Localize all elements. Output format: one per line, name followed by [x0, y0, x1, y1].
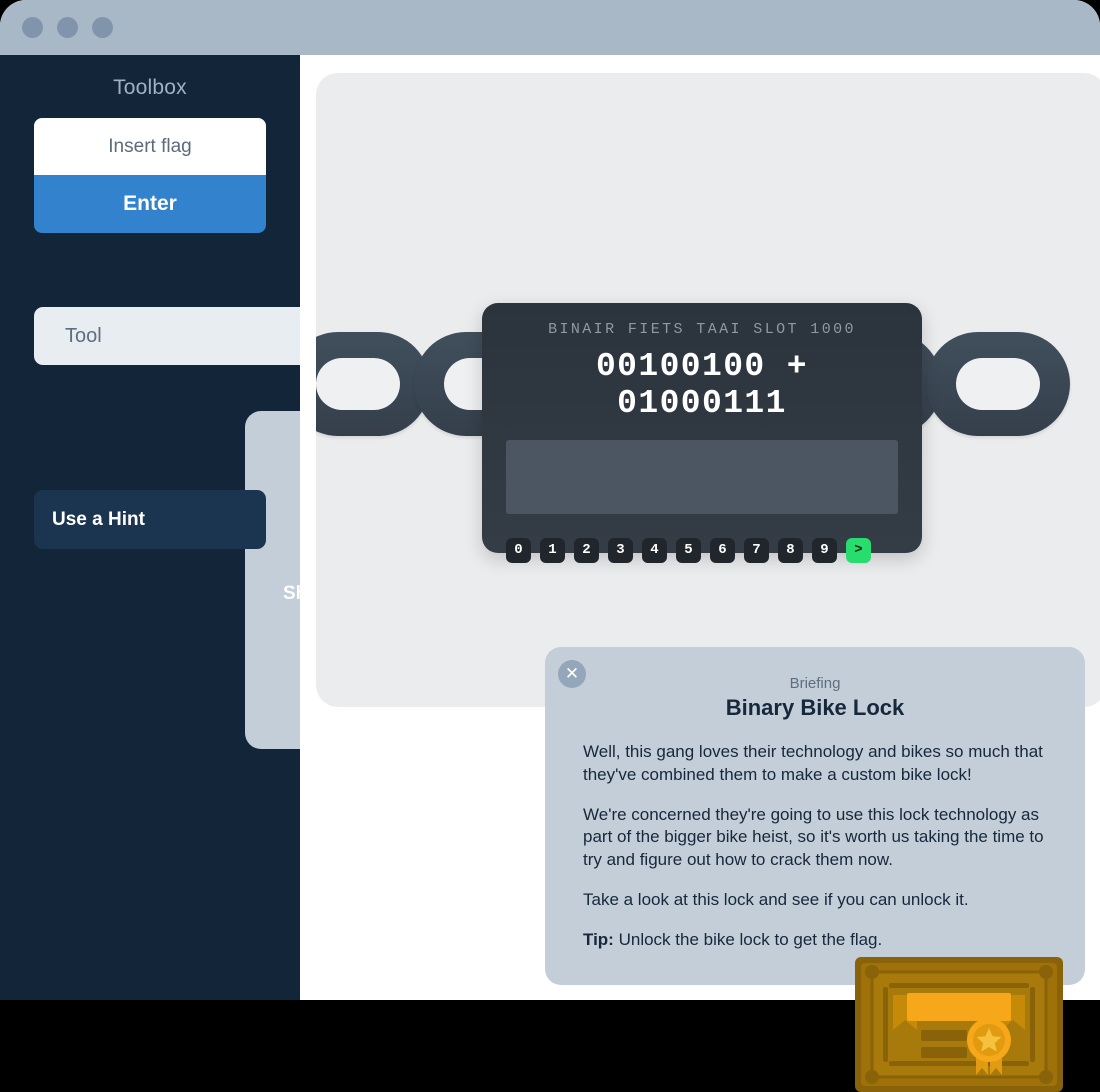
lock-equation-display: 00100100 + 01000111 — [595, 348, 809, 422]
insert-flag-input[interactable] — [34, 118, 266, 175]
lock-keypad: 0 1 2 3 4 5 6 7 8 9 > — [506, 538, 898, 563]
briefing-paragraph-1: Well, this gang loves their technology a… — [583, 742, 1043, 784]
lock-answer-screen[interactable] — [506, 440, 898, 514]
keypad-submit-button[interactable]: > — [846, 538, 871, 563]
app-window: Toolbox Enter Tool Show Briefing Use a H… — [0, 0, 1100, 1000]
use-a-hint-button[interactable]: Use a Hint — [34, 490, 266, 549]
briefing-title: Binary Bike Lock — [725, 695, 905, 720]
keypad-key-6[interactable]: 6 — [710, 538, 735, 563]
enter-button[interactable]: Enter — [34, 175, 266, 233]
briefing-paragraph-3: Take a look at this lock and see if you … — [583, 889, 969, 909]
sidebar: Toolbox Enter Tool Show Briefing Use a H… — [0, 55, 785, 1000]
keypad-key-9[interactable]: 9 — [812, 538, 837, 563]
keypad-key-0[interactable]: 0 — [506, 538, 531, 563]
keypad-key-5[interactable]: 5 — [676, 538, 701, 563]
briefing-tip-label: Tip: — [583, 929, 614, 949]
keypad-key-1[interactable]: 1 — [540, 538, 565, 563]
keypad-key-8[interactable]: 8 — [778, 538, 803, 563]
flag-submit-group: Enter — [34, 118, 266, 233]
keypad-key-4[interactable]: 4 — [642, 538, 667, 563]
briefing-kicker: Briefing — [789, 675, 841, 692]
window-close-dot[interactable] — [22, 17, 43, 38]
keypad-key-3[interactable]: 3 — [608, 538, 633, 563]
sidebar-title: Toolbox — [113, 76, 187, 99]
binary-bike-lock-device: BINAIR FIETS TAAI SLOT 1000 00100100 + 0… — [482, 303, 922, 563]
chain-link — [926, 332, 1070, 436]
main-content: BINAIR FIETS TAAI SLOT 1000 00100100 + 0… — [300, 55, 1100, 1000]
briefing-tip: Tip: Unlock the bike lock to get the fla… — [583, 929, 1047, 952]
briefing-tip-text: Unlock the bike lock to get the flag. — [613, 929, 883, 949]
chain-link — [316, 332, 430, 436]
award-certificate-badge — [855, 957, 1063, 1092]
keypad-key-2[interactable]: 2 — [574, 538, 599, 563]
screenshot-root: Toolbox Enter Tool Show Briefing Use a H… — [0, 0, 1100, 1092]
puzzle-stage: BINAIR FIETS TAAI SLOT 1000 00100100 + 0… — [316, 73, 1100, 707]
briefing-panel: ✕ Briefing Binary Bike Lock Well, this g… — [545, 647, 1085, 985]
window-minimize-dot[interactable] — [57, 17, 78, 38]
keypad-key-7[interactable]: 7 — [744, 538, 769, 563]
certificate-icon — [855, 957, 1063, 1092]
window-titlebar — [0, 0, 1100, 55]
lock-model-label: BINAIR FIETS TAAI SLOT 1000 — [548, 321, 856, 338]
close-icon[interactable]: ✕ — [558, 660, 586, 688]
window-maximize-dot[interactable] — [92, 17, 113, 38]
sidebar-item-tool-label: Tool — [65, 324, 102, 347]
briefing-paragraph-2: We're concerned they're going to use thi… — [583, 804, 1044, 870]
sidebar-item-tool[interactable]: Tool — [34, 307, 324, 365]
briefing-body: Well, this gang loves their technology a… — [583, 741, 1047, 951]
